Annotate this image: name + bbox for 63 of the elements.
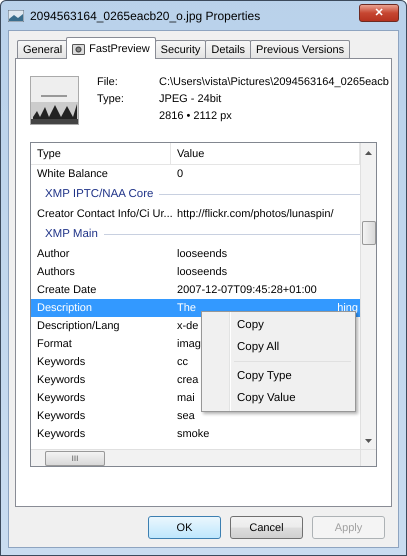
- property-type: White Balance: [37, 168, 108, 180]
- column-header[interactable]: Type: [31, 143, 171, 165]
- menu-item[interactable]: Copy Value: [204, 387, 353, 409]
- property-value: 2007-12-07T09:45:28+01:00: [177, 284, 317, 296]
- property-value: The: [177, 302, 196, 314]
- field-label: File:: [97, 76, 119, 88]
- window-title: 2094563164_0265eacb20_o.jpg Properties: [30, 8, 262, 22]
- horizontal-scrollbar[interactable]: III: [31, 449, 360, 466]
- property-type: Keywords: [37, 428, 86, 440]
- property-type: Creator Contact Info/Ci Ur...: [37, 208, 173, 220]
- scrollbar-corner: [360, 449, 376, 466]
- property-type: Description: [37, 302, 92, 314]
- menu-item[interactable]: Copy All: [204, 336, 353, 358]
- property-row[interactable]: Creator Contact Info/Ci Ur... http://flickr.com/photos/lunaspin/: [31, 205, 360, 223]
- field-label: Type:: [97, 93, 125, 105]
- menu-item[interactable]: Copy Type: [204, 365, 353, 387]
- property-type: Keywords: [37, 410, 86, 422]
- field-value: JPEG - 24bit: [159, 93, 222, 105]
- menu-item[interactable]: Copy: [204, 314, 353, 336]
- property-type: Keywords: [37, 356, 86, 368]
- scroll-down-icon: [365, 439, 372, 443]
- scroll-up-icon: [365, 151, 372, 155]
- property-type: Keywords: [37, 374, 86, 386]
- property-value: hing: [337, 302, 358, 314]
- property-row[interactable]: Authors looseends: [31, 263, 360, 281]
- property-row[interactable]: Keywords smoke: [31, 425, 360, 443]
- property-type: Author: [37, 248, 70, 260]
- group-heading: XMP Main: [45, 228, 98, 240]
- property-value: mai: [177, 392, 195, 404]
- property-value: crea: [177, 374, 198, 386]
- property-type: Authors: [37, 266, 75, 278]
- group-heading: XMP IPTC/NAA Core: [45, 188, 154, 200]
- tab[interactable]: Security: [154, 40, 206, 59]
- property-value: http://flickr.com/photos/lunaspin/: [177, 208, 334, 220]
- picture-file-icon: [8, 10, 24, 22]
- field-value: C:\Users\vista\Pictures\2094563164_0265eacb: [159, 76, 389, 88]
- column-header[interactable]: Value: [171, 143, 360, 165]
- property-value: looseends: [177, 248, 228, 260]
- dialog-button[interactable]: OK: [148, 516, 221, 539]
- property-value: smoke: [177, 428, 210, 440]
- property-type: Keywords: [37, 392, 86, 404]
- tab[interactable]: Details: [205, 40, 252, 59]
- tab[interactable]: General: [17, 40, 68, 59]
- property-type: Description/Lang: [37, 320, 120, 332]
- property-value: x-de: [177, 320, 198, 332]
- property-value: 0: [177, 168, 184, 180]
- property-type: Create Date: [37, 284, 96, 296]
- property-value: cc: [177, 356, 188, 368]
- property-row[interactable]: Create Date 2007-12-07T09:45:28+01:00: [31, 281, 360, 299]
- property-value: looseends: [177, 266, 228, 278]
- field-value: 2816 • 2112 px: [159, 110, 233, 122]
- property-value: imag: [177, 338, 201, 350]
- dialog-button[interactable]: Cancel: [230, 516, 303, 539]
- vertical-scrollbar[interactable]: [360, 143, 376, 449]
- tab[interactable]: FastPreview: [66, 37, 156, 59]
- close-button[interactable]: ✕: [359, 4, 399, 22]
- scroll-thumb[interactable]: III: [45, 450, 105, 466]
- property-type: Format: [37, 338, 72, 350]
- property-row[interactable]: Author looseends: [31, 245, 360, 263]
- property-row[interactable]: White Balance 0: [31, 165, 360, 183]
- property-value: sea: [177, 410, 195, 422]
- scroll-thumb[interactable]: [362, 221, 376, 245]
- tab[interactable]: Previous Versions: [250, 40, 350, 59]
